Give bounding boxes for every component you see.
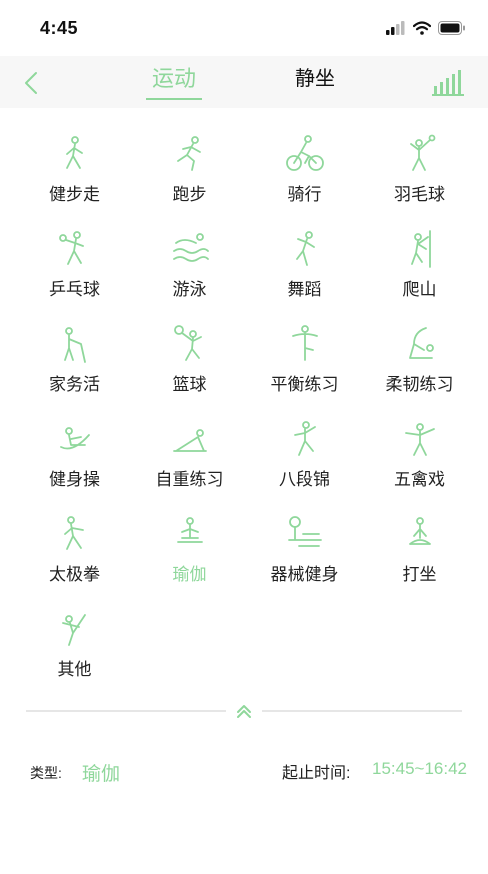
swimming-icon <box>172 233 209 262</box>
time-range-label: 起止时间: <box>282 765 351 782</box>
activity-item-equipment[interactable]: 器械健身 <box>247 506 362 601</box>
activity-item-basketball[interactable]: 篮球 <box>132 316 247 411</box>
status-icons <box>386 21 466 35</box>
activity-item-climbing[interactable]: 爬山 <box>362 221 477 316</box>
signal-icon <box>386 21 405 35</box>
collapse-button[interactable] <box>232 702 256 722</box>
divider-right <box>262 710 462 712</box>
activity-item-taichi[interactable]: 太极拳 <box>17 506 132 601</box>
activity-label: 骑行 <box>287 185 322 204</box>
activity-item-housework[interactable]: 家务活 <box>17 316 132 411</box>
activity-label: 跑步 <box>172 185 207 204</box>
activity-item-cycling[interactable]: 骑行 <box>247 126 362 221</box>
walking-icon <box>65 136 83 169</box>
flexibility-icon <box>408 327 434 359</box>
activity-label: 八段锦 <box>279 470 330 489</box>
activity-item-table-tennis[interactable]: 乒乓球 <box>17 221 132 316</box>
activity-item-wuqinxi[interactable]: 五禽戏 <box>362 411 477 506</box>
activity-label: 游泳 <box>172 280 207 299</box>
nav-bar: 运动 静坐 <box>0 56 488 108</box>
battery-icon <box>438 21 465 35</box>
activity-item-balance[interactable]: 平衡练习 <box>247 316 362 411</box>
equipment-icon <box>287 516 322 547</box>
activity-item-running[interactable]: 跑步 <box>132 126 247 221</box>
tab-exercise[interactable]: 运动 <box>146 64 202 100</box>
activity-item-meditation[interactable]: 打坐 <box>362 506 477 601</box>
activity-label: 爬山 <box>402 280 437 299</box>
activity-label: 自重练习 <box>155 470 224 489</box>
activity-item-aerobics[interactable]: 健身操 <box>17 411 132 506</box>
type-label: 类型: <box>30 765 62 781</box>
activity-item-bodyweight[interactable]: 自重练习 <box>132 411 247 506</box>
activity-label: 打坐 <box>402 565 437 584</box>
taichi-icon <box>63 516 84 550</box>
activity-item-flexibility[interactable]: 柔韧练习 <box>362 316 477 411</box>
yoga-icon <box>176 517 203 543</box>
bar-chart-icon <box>432 70 464 96</box>
activity-item-badminton[interactable]: 羽毛球 <box>362 126 477 221</box>
meditation-icon <box>408 517 431 545</box>
activity-label: 舞蹈 <box>287 280 322 299</box>
baduanjin-icon <box>293 421 316 456</box>
other-icon <box>61 614 86 646</box>
activity-item-swimming[interactable]: 游泳 <box>132 221 247 316</box>
cycling-icon <box>285 135 324 171</box>
activity-label: 瑜伽 <box>172 565 207 584</box>
dance-icon <box>295 231 315 266</box>
chevron-left-icon <box>25 72 37 94</box>
activity-label: 柔韧练习 <box>385 375 454 394</box>
activity-label: 其他 <box>57 660 92 679</box>
activity-label: 太极拳 <box>49 565 100 584</box>
basketball-icon <box>173 325 202 361</box>
aerobics-icon <box>59 427 90 450</box>
activity-label: 羽毛球 <box>394 185 445 204</box>
bodyweight-icon <box>172 429 207 452</box>
housework-icon <box>63 327 86 363</box>
activity-label: 平衡练习 <box>270 375 339 394</box>
activity-item-yoga[interactable]: 瑜伽 <box>132 506 247 601</box>
double-chevron-up-icon <box>237 705 251 718</box>
activity-item-other[interactable]: 其他 <box>17 601 132 696</box>
status-bar: 4:45 <box>0 0 488 56</box>
time-range-value: 15:45~16:42 <box>372 759 468 778</box>
running-icon <box>176 136 201 171</box>
back-button[interactable] <box>16 68 46 98</box>
wifi-icon <box>413 21 431 35</box>
wuqinxi-icon <box>404 423 435 456</box>
activity-item-walking[interactable]: 健步走 <box>17 126 132 221</box>
activity-item-dance[interactable]: 舞蹈 <box>247 221 362 316</box>
status-time: 4:45 <box>40 18 79 38</box>
activity-label: 五禽戏 <box>394 470 445 489</box>
activity-item-baduanjin[interactable]: 八段锦 <box>247 411 362 506</box>
stats-button[interactable] <box>432 68 466 96</box>
activity-label: 健身操 <box>49 470 100 489</box>
activity-label: 家务活 <box>49 375 100 394</box>
badminton-icon <box>409 134 435 171</box>
balance-icon <box>291 325 318 361</box>
activity-label: 器械健身 <box>270 565 339 584</box>
type-value: 瑜伽 <box>82 764 121 785</box>
activity-label: 健步走 <box>49 185 100 204</box>
divider-left <box>26 710 226 712</box>
activity-label: 乒乓球 <box>49 280 100 299</box>
climbing-icon <box>410 230 431 268</box>
activity-label: 篮球 <box>172 375 207 394</box>
table-tennis-icon <box>58 231 84 265</box>
tab-sedentary[interactable]: 静坐 <box>290 64 340 100</box>
